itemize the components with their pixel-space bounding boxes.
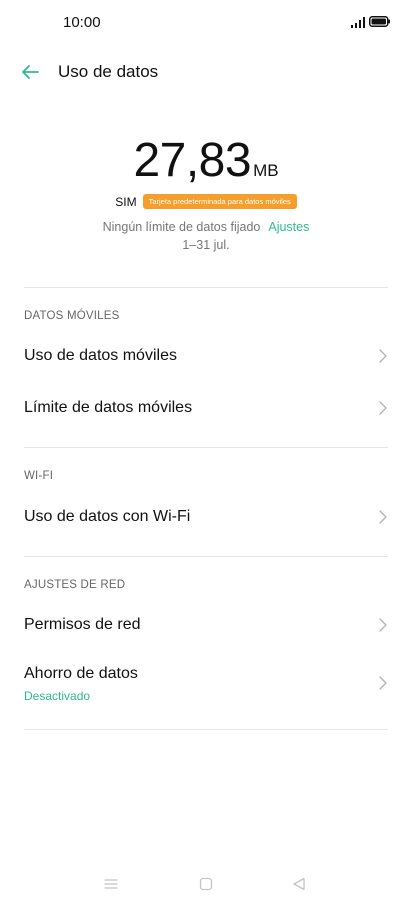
screen: 10:00 Uso de datos 27,83 MB SIM Tarjeta pr…: [0, 0, 412, 906]
list-item-data-saver[interactable]: Ahorro de datos Desactivado: [0, 655, 412, 711]
chevron-right-icon: [379, 349, 387, 363]
billing-period: 1–31 jul.: [182, 238, 230, 252]
battery-icon: [369, 16, 390, 27]
list-item-network-permissions[interactable]: Permisos de red: [0, 601, 412, 649]
divider: [24, 287, 388, 288]
back-icon[interactable]: [292, 877, 306, 891]
section-header-mobile-data: DATOS MÓVILES: [24, 310, 120, 322]
default-sim-badge: Tarjeta predeterminada para datos móvile…: [142, 194, 297, 210]
list-item-wifi-data-usage[interactable]: Uso de datos con Wi-Fi: [0, 493, 412, 541]
chevron-right-icon: [379, 401, 387, 415]
usage-unit: MB: [253, 161, 279, 180]
page-title: Uso de datos: [58, 62, 159, 81]
list-item-mobile-data-usage[interactable]: Uso de datos móviles: [0, 332, 412, 380]
divider: [24, 447, 388, 448]
item-label: Límite de datos móviles: [24, 399, 193, 416]
section-header-network: AJUSTES DE RED: [24, 579, 126, 591]
usage-value: 27,83: [133, 134, 252, 187]
data-saver-status: Desactivado: [24, 689, 91, 703]
menu-icon[interactable]: [104, 877, 118, 891]
item-label: Uso de datos móviles: [24, 347, 177, 364]
chevron-right-icon: [379, 676, 387, 690]
back-arrow-icon: [22, 65, 39, 79]
signal-icon: [351, 17, 365, 28]
item-label: Ahorro de datos: [24, 665, 138, 682]
section-header-wifi: WI-FI: [24, 470, 54, 482]
chevron-right-icon: [379, 618, 387, 632]
sim-label: SIM: [115, 194, 137, 209]
status-bar: 10:00: [0, 0, 412, 44]
divider: [24, 556, 388, 557]
usage-summary: 27,83 MB: [0, 133, 412, 188]
item-label: Permisos de red: [24, 616, 141, 633]
limit-row: Ningún límite de datos fijado Ajustes: [0, 220, 412, 234]
item-label: Uso de datos con Wi-Fi: [24, 508, 191, 525]
limit-text: Ningún límite de datos fijado: [102, 220, 261, 234]
settings-link[interactable]: Ajustes: [268, 220, 309, 234]
status-time: 10:00: [63, 14, 101, 31]
chevron-right-icon: [379, 510, 387, 524]
app-bar: Uso de datos: [0, 52, 412, 92]
navigation-bar: [0, 870, 412, 900]
divider: [24, 729, 388, 730]
sim-row: SIM Tarjeta predeterminada para datos móv…: [0, 193, 412, 211]
home-icon[interactable]: [199, 877, 213, 891]
list-item-mobile-data-limit[interactable]: Límite de datos móviles: [0, 384, 412, 432]
back-button[interactable]: [16, 58, 46, 86]
